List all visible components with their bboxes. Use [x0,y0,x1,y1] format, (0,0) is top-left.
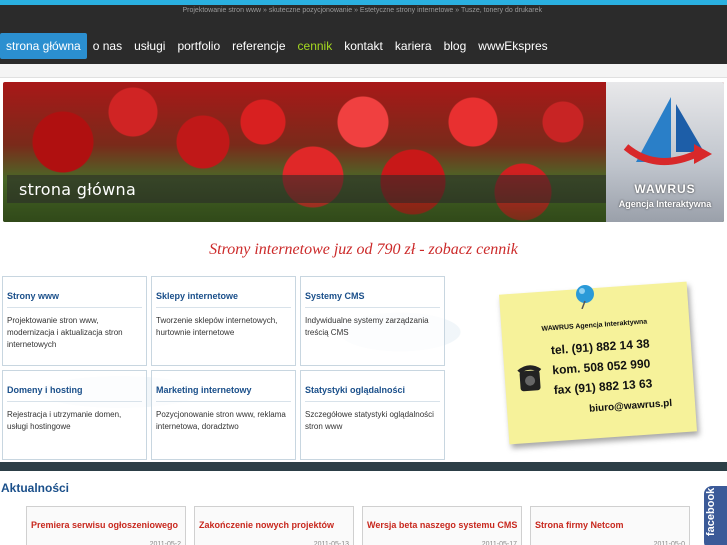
nav-item-blog[interactable]: blog [438,33,473,59]
logo-subtitle: Agencja Interaktywna [618,199,712,209]
facebook-label: facebook [705,487,717,536]
note-fax: fax (91) 882 13 63 [553,376,653,398]
service-description: Pozycjonowanie stron www, reklama intern… [156,410,286,431]
news-title[interactable]: Wersja beta naszego systemu CMS [367,520,517,530]
banner-title-bar: strona główna [7,175,607,203]
note-phone: tel. (91) 882 14 38 [550,336,650,358]
news-item[interactable]: Wersja beta naszego systemu CMS 2011-05-… [362,506,522,545]
service-description: Indywidualne systemy zarządzania treścią… [305,316,429,337]
news-title[interactable]: Zakończenie nowych projektów [199,520,334,530]
section-divider [0,462,727,471]
service-description: Tworzenie sklepów internetowych, hurtown… [156,316,278,337]
news-item[interactable]: Strona firmy Netcom 2011-05-0 [530,506,690,545]
service-title[interactable]: Sklepy internetowe [156,291,238,301]
logo-name: WAWRUS [634,182,696,196]
service-box-cms[interactable]: Systemy CMS Indywidualne systemy zarządz… [300,276,445,366]
sail-arrow-icon [623,97,712,166]
service-divider [7,307,142,308]
service-title[interactable]: Domeny i hosting [7,385,83,395]
news-heading: Aktualności [1,481,70,495]
service-box-shops[interactable]: Sklepy internetowe Tworzenie sklepów int… [151,276,296,366]
news-date: 2011-05-2 [149,541,181,545]
header-tagline: Projektowanie stron www » skuteczne pozy… [182,7,542,14]
header-divider [0,64,727,78]
nav-item-references[interactable]: referencje [226,33,291,59]
nav-item-home[interactable]: strona główna [0,33,87,59]
service-divider [156,307,291,308]
nav-item-pricing[interactable]: cennik [292,33,339,59]
service-divider [156,401,291,402]
news-date: 2011-05-13 [313,541,349,545]
service-description: Rejestracja i utrzymanie domen, usługi h… [7,410,122,431]
nav-item-contact[interactable]: kontakt [338,33,389,59]
service-title[interactable]: Systemy CMS [305,291,365,301]
nav-item-careers[interactable]: kariera [389,33,438,59]
push-pin-icon [576,285,594,309]
news-item[interactable]: Zakończenie nowych projektów 2011-05-13 [194,506,354,545]
news-date: 2011-05-17 [481,541,517,545]
service-description: Projektowanie stron www, modernizacja i … [7,316,123,349]
nav-item-services[interactable]: usługi [128,33,171,59]
service-divider [305,307,440,308]
note-email[interactable]: biuro@wawrus.pl [589,398,673,415]
service-title[interactable]: Marketing internetowy [156,385,252,395]
company-logo[interactable]: WAWRUS Agencja Interaktywna [606,82,724,222]
pricing-promo-link[interactable]: Strony internetowe juz od 790 zł - zobac… [0,241,727,259]
service-box-hosting[interactable]: Domeny i hosting Rejestracja i utrzymani… [2,370,147,460]
nav-item-portfolio[interactable]: portfolio [171,33,226,59]
hero-banner: strona główna WAWRUS Agencja Interaktywn… [3,82,724,222]
service-box-websites[interactable]: Strony www Projektowanie stron www, mode… [2,276,147,366]
main-nav: strona główna o nas usługi portfolio ref… [0,32,554,60]
nav-item-wwwekspres[interactable]: wwwEkspres [472,33,553,59]
service-divider [305,401,440,402]
note-company: WAWRUS Agencja Interaktywna [541,318,648,333]
contact-sticky-note: WAWRUS Agencja Interaktywna tel. (91) 88… [498,281,698,445]
service-box-statistics[interactable]: Statystyki oglądalności Szczegółowe stat… [300,370,445,460]
news-date: 2011-05-0 [653,541,685,545]
header-accent-line [0,0,727,5]
banner-title: strona główna [19,180,137,199]
news-item[interactable]: Premiera serwisu ogłoszeniowego 2011-05-… [26,506,186,545]
service-title[interactable]: Strony www [7,291,59,301]
service-title[interactable]: Statystyki oglądalności [305,385,405,395]
site-header: Projektowanie stron www » skuteczne pozy… [0,0,727,64]
news-title[interactable]: Strona firmy Netcom [535,520,624,530]
service-box-marketing[interactable]: Marketing internetowy Pozycjonowanie str… [151,370,296,460]
service-divider [7,401,142,402]
news-title[interactable]: Premiera serwisu ogłoszeniowego [31,520,178,530]
nav-item-about[interactable]: o nas [87,33,128,59]
note-mobile: kom. 508 052 990 [551,356,651,378]
telephone-icon [517,365,542,392]
facebook-side-tab[interactable]: facebook [704,486,727,545]
service-description: Szczegółowe statystyki oglądalności stro… [305,410,434,431]
